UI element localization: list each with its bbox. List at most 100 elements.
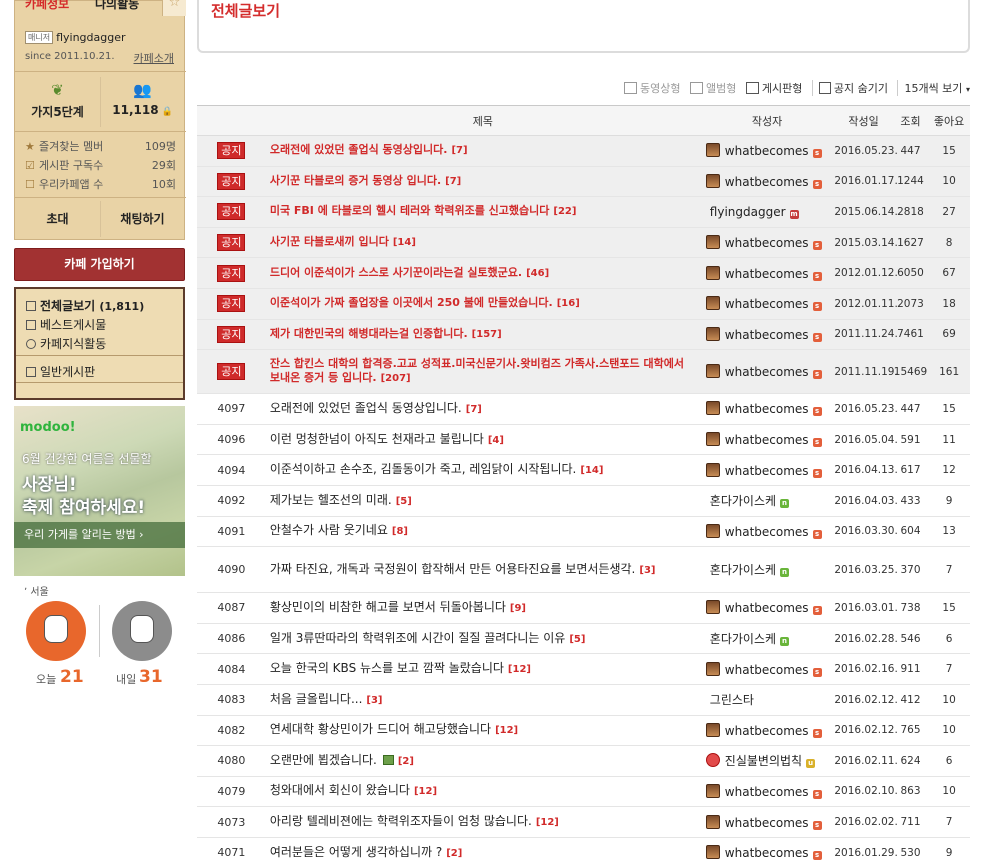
menu-best-posts[interactable]: 베스트게시물 xyxy=(26,316,106,333)
stat-cafe-app[interactable]: ☐ 우리카페앱 수 10회 xyxy=(25,176,176,192)
post-title-link[interactable]: 잔스 합킨스 대학의 합격증.고교 성적표.미국신문기사.왓비컴즈 가족사.스탠… xyxy=(270,357,684,384)
author-name[interactable]: whatbecomes xyxy=(725,175,809,189)
author-name[interactable]: whatbecomes xyxy=(725,365,809,379)
author-name[interactable]: whatbecomes xyxy=(725,236,809,250)
post-title-link[interactable]: 이준석이하고 손수조, 김돌동이가 죽고, 레임닭이 시작됩니다. xyxy=(270,462,577,476)
comment-count[interactable]: [7] xyxy=(451,145,467,156)
hide-notice-checkbox[interactable] xyxy=(818,82,831,94)
post-title-link[interactable]: 사기꾼 타블로의 증거 동영상 입니다. xyxy=(270,174,441,187)
album-view-option[interactable]: 앨범형 xyxy=(689,80,736,96)
invite-button[interactable]: 초대 xyxy=(15,199,100,239)
menu-all-posts[interactable]: 전체글보기 (1,811) xyxy=(26,297,144,314)
author-name[interactable]: 진실불변의법칙 xyxy=(725,754,802,768)
author-name[interactable]: flyingdagger xyxy=(710,205,786,219)
comment-count[interactable]: [207] xyxy=(381,373,411,384)
tab-my-activity[interactable]: 나의활동 xyxy=(95,0,139,15)
modoo-ad-banner[interactable]: modoo! 6월 건강한 여름을 선물할 사장님! 축제 참여하세요! 우리 … xyxy=(14,406,185,576)
author-name[interactable]: whatbecomes xyxy=(725,724,809,738)
comment-count[interactable]: [5] xyxy=(569,634,585,645)
author-name[interactable]: 그린스타 xyxy=(710,693,754,707)
author-name[interactable]: whatbecomes xyxy=(725,267,809,281)
manager-name[interactable]: flyingdagger xyxy=(56,31,125,44)
board-view-option[interactable]: 게시판형 xyxy=(745,80,802,96)
comment-count[interactable]: [5] xyxy=(396,496,412,507)
comment-count[interactable]: [14] xyxy=(393,237,416,248)
post-title-link[interactable]: 오랜만에 뵙겠습니다. xyxy=(270,753,377,767)
author-name[interactable]: whatbecomes xyxy=(725,402,809,416)
post-title-link[interactable]: 드디어 이준석이가 스스로 사기꾼이라는걸 실토했군요. xyxy=(270,266,522,279)
post-views: 604 xyxy=(892,516,929,548)
video-view-option[interactable]: 동영상형 xyxy=(624,80,680,96)
comment-count[interactable]: [3] xyxy=(366,695,382,706)
comment-count[interactable]: [16] xyxy=(557,298,580,309)
comment-count[interactable]: [2] xyxy=(446,848,462,859)
author-name[interactable]: whatbecomes xyxy=(725,601,809,615)
author-name[interactable]: 혼다가이스케 xyxy=(710,632,776,646)
cafe-level[interactable]: ❦ 가지5단계 xyxy=(15,81,100,120)
post-title-link[interactable]: 제가보는 헬조선의 미래. xyxy=(270,493,392,507)
post-title-link[interactable]: 미국 FBI 에 타블로의 헬시 테러와 학력위조를 신고했습니다 xyxy=(270,204,550,217)
author-name[interactable]: whatbecomes xyxy=(725,846,809,860)
author-name[interactable]: whatbecomes xyxy=(725,663,809,677)
comment-count[interactable]: [12] xyxy=(495,725,518,736)
ad-line-1: 6월 건강한 여름을 선물할 xyxy=(22,452,152,466)
post-title-link[interactable]: 아리랑 텔레비젼에는 학력위조자들이 엄청 많습니다. xyxy=(270,814,532,828)
post-title-link[interactable]: 제가 대한민국의 해병대라는걸 인증합니다. xyxy=(270,327,468,340)
author-name[interactable]: whatbecomes xyxy=(725,297,809,311)
post-title-link[interactable]: 가짜 타진요, 개독과 국정원이 합작해서 만든 어용타진요를 보면서든생각. xyxy=(270,562,636,576)
post-title-link[interactable]: 황상민이의 비참한 해고를 보면서 뒤돌아봅니다 xyxy=(270,600,506,614)
post-title-link[interactable]: 처음 글올립니다... xyxy=(270,692,363,706)
author-name[interactable]: whatbecomes xyxy=(725,816,809,830)
comment-count[interactable]: [4] xyxy=(488,435,504,446)
comment-count[interactable]: [9] xyxy=(510,603,526,614)
hide-notice-toggle[interactable]: 공지 숨기기 xyxy=(811,80,888,96)
author-name[interactable]: whatbecomes xyxy=(725,785,809,799)
stat-favorite-members[interactable]: ★ 즐겨찾는 멤버 109명 xyxy=(25,138,176,154)
author-name[interactable]: whatbecomes xyxy=(725,433,809,447)
comment-count[interactable]: [3] xyxy=(639,565,655,576)
author-name[interactable]: whatbecomes xyxy=(725,144,809,158)
list-icon xyxy=(26,367,36,377)
post-title-link[interactable]: 여러분들은 어떻게 생각하십니까 ? xyxy=(270,845,442,859)
post-title-link[interactable]: 일개 3류딴따라의 학력위조에 시간이 질질 끌려다니는 이유 xyxy=(270,631,565,645)
post-title-link[interactable]: 청와대에서 회신이 왔습니다 xyxy=(270,783,410,797)
comment-count[interactable]: [12] xyxy=(414,786,437,797)
favorite-star-icon[interactable]: ☆ xyxy=(162,0,186,16)
comment-count[interactable]: [12] xyxy=(508,664,531,675)
tab-cafe-info[interactable]: 카페정보 xyxy=(25,0,69,15)
menu-general-board[interactable]: 일반게시판 xyxy=(26,363,95,380)
chat-button[interactable]: 채팅하기 xyxy=(100,199,185,239)
post-views: 624 xyxy=(892,745,929,777)
join-cafe-button[interactable]: 카페 가입하기 xyxy=(14,248,185,281)
comment-count[interactable]: [22] xyxy=(553,206,576,217)
list-icon xyxy=(26,301,36,311)
author-name[interactable]: whatbecomes xyxy=(725,328,809,342)
per-page-select[interactable]: 15개씩 보기 ▾ xyxy=(897,80,970,96)
post-title-link[interactable]: 사기꾼 타블로새끼 입니다 xyxy=(270,235,389,248)
author-name[interactable]: whatbecomes xyxy=(725,464,809,478)
post-title-link[interactable]: 이준석이가 가짜 졸업장을 이곳에서 250 불에 만들었습니다. xyxy=(270,296,553,309)
author-name[interactable]: 혼다가이스케 xyxy=(710,563,776,577)
post-title-link[interactable]: 오늘 한국의 KBS 뉴스를 보고 깜짝 놀랐습니다 xyxy=(270,661,504,675)
author-name[interactable]: whatbecomes xyxy=(725,525,809,539)
post-title-link[interactable]: 오래전에 있었던 졸업식 동영상입니다. xyxy=(270,401,462,415)
comment-count[interactable]: [12] xyxy=(536,817,559,828)
comment-count[interactable]: [7] xyxy=(466,404,482,415)
notice-tag-cell: 공지 xyxy=(197,288,266,320)
post-title-link[interactable]: 안철수가 사람 웃기네요 xyxy=(270,523,388,537)
cafe-intro-link[interactable]: 카페소개 xyxy=(134,50,174,66)
post-title-link[interactable]: 이런 멍청한넘이 아직도 천재라고 불립니다 xyxy=(270,432,484,446)
stat-board-subscriptions[interactable]: ☑ 게시판 구독수 29회 xyxy=(25,157,176,173)
comment-count[interactable]: [8] xyxy=(392,526,408,537)
comment-count[interactable]: [7] xyxy=(445,176,461,187)
comment-count[interactable]: [2] xyxy=(398,756,414,767)
menu-knowledge[interactable]: 카페지식활동 xyxy=(26,335,106,352)
weather-widget[interactable]: ʼ 서울 오늘 21 내일 31 xyxy=(14,583,185,693)
comment-count[interactable]: [46] xyxy=(526,268,549,279)
author-name[interactable]: 혼다가이스케 xyxy=(710,494,776,508)
post-title-link[interactable]: 연세대학 황상민이가 드디어 해고당했습니다 xyxy=(270,722,491,736)
comment-count[interactable]: [157] xyxy=(472,329,502,340)
comment-count[interactable]: [14] xyxy=(580,465,603,476)
post-title-link[interactable]: 오래전에 있었던 졸업식 동영상입니다. xyxy=(270,143,448,156)
member-count[interactable]: 👥 11,118 🔒 xyxy=(100,81,185,117)
